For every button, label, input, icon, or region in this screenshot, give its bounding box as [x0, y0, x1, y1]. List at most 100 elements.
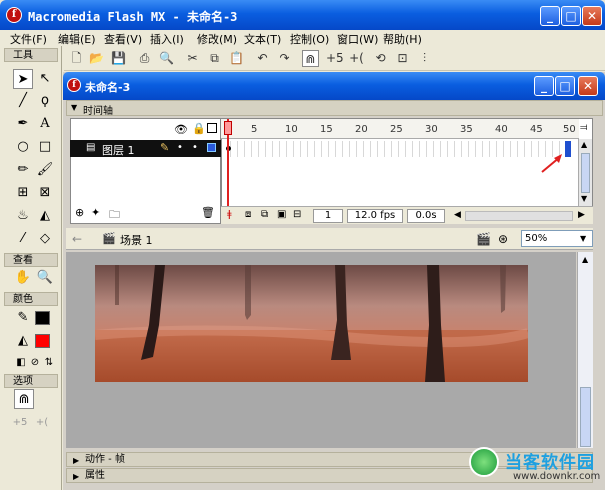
scroll-left-icon[interactable]: ◀ — [454, 210, 461, 220]
center-frame-icon[interactable]: ǂ — [227, 209, 232, 220]
scroll-thumb[interactable] — [581, 153, 590, 193]
snap-to-objects-icon[interactable]: ⋒ — [14, 389, 34, 409]
open-folder-icon[interactable]: 📂 — [88, 50, 105, 67]
onion-skin-icon[interactable]: ⧈ — [245, 209, 251, 220]
playhead-handle[interactable] — [224, 121, 232, 135]
close-button[interactable]: ✕ — [582, 6, 602, 26]
paste-icon[interactable]: 📋 — [228, 50, 245, 67]
undo-icon[interactable]: ↶ — [254, 50, 271, 67]
outline-icon[interactable] — [207, 123, 217, 133]
doc-minimize-button[interactable]: _ — [534, 76, 554, 96]
insert-folder-icon[interactable]: 🗀 — [109, 206, 120, 225]
lasso-tool-icon[interactable]: ϙ — [35, 91, 55, 111]
doc-maximize-button[interactable]: □ — [555, 76, 575, 96]
save-icon[interactable]: 💾 — [110, 50, 127, 67]
arrow-tool-icon[interactable]: ➤ — [13, 69, 33, 89]
rectangle-tool-icon[interactable]: □ — [35, 137, 55, 157]
oval-tool-icon[interactable]: ○ — [13, 137, 33, 157]
ink-bottle-tool-icon[interactable]: ♨ — [13, 206, 33, 226]
eye-icon[interactable]: 👁 — [174, 123, 188, 136]
new-file-icon[interactable]: 🗋 — [68, 50, 85, 67]
frame-row[interactable] — [224, 141, 571, 157]
lock-icon[interactable]: 🔒 — [192, 122, 206, 135]
outline-color-box[interactable] — [207, 143, 216, 152]
document-title-bar[interactable]: f 未命名-3 _ □ ✕ — [63, 72, 605, 100]
smooth-icon[interactable]: +5 — [326, 50, 344, 67]
straighten-option-icon[interactable]: +( — [32, 413, 52, 433]
maximize-button[interactable]: □ — [561, 6, 581, 26]
menu-modify[interactable]: 修改(M) — [197, 31, 237, 47]
doc-close-button[interactable]: ✕ — [578, 76, 598, 96]
print-preview-icon[interactable]: 🔍 — [158, 50, 175, 67]
delete-layer-icon[interactable]: 🗑 — [201, 206, 215, 219]
copy-icon[interactable]: ⧉ — [206, 50, 223, 67]
stroke-color-swatch[interactable] — [35, 311, 50, 325]
scene-icon: 🎬 — [102, 232, 116, 245]
redo-icon[interactable]: ↷ — [276, 50, 293, 67]
zoom-tool-icon[interactable]: 🔍 — [35, 268, 55, 288]
stage-image[interactable] — [95, 265, 528, 382]
text-tool-icon[interactable]: A — [35, 114, 55, 134]
fill-color-swatch[interactable] — [35, 334, 50, 348]
stage-scroll-thumb[interactable] — [580, 387, 591, 447]
zoom-select[interactable]: 50% ▼ — [521, 230, 593, 247]
straighten-icon[interactable]: +( — [348, 50, 365, 67]
eyedropper-tool-icon[interactable]: ⁄ — [13, 229, 33, 249]
app-title: Macromedia Flash MX - 未命名-3 — [28, 10, 238, 24]
timeline-vertical-scrollbar[interactable]: ▲ ▼ — [578, 139, 592, 206]
layer-row[interactable]: ▤ 图层 1 ✎ • • — [70, 140, 221, 157]
eraser-tool-icon[interactable]: ◇ — [35, 229, 55, 249]
print-icon[interactable]: ⎙ — [136, 50, 153, 67]
scroll-right-icon[interactable]: ▶ — [578, 210, 585, 220]
swap-colors-icon[interactable]: ⇅ — [39, 353, 59, 373]
frame-view-menu-icon[interactable]: ⫤ — [580, 122, 588, 133]
timeline-header[interactable]: ▼ 时间轴 — [66, 100, 603, 117]
align-icon[interactable]: ⫶ — [416, 50, 433, 67]
document-title: 未命名-3 — [85, 81, 131, 94]
menu-control[interactable]: 控制(O) — [290, 31, 329, 47]
view-header: 查看 — [4, 253, 58, 267]
edit-scene-icon[interactable]: 🎬 — [476, 232, 491, 246]
edit-multiple-frames-icon[interactable]: ▣ — [277, 209, 286, 220]
back-arrow-icon[interactable]: ← — [72, 232, 82, 246]
scale-icon[interactable]: ⊡ — [394, 50, 411, 67]
paint-bucket-tool-icon[interactable]: ◭ — [35, 206, 55, 226]
scroll-up-icon[interactable]: ▲ — [582, 255, 588, 264]
timeline-horizontal-scrollbar[interactable] — [465, 211, 573, 221]
add-guide-layer-icon[interactable]: ✦ — [91, 206, 100, 219]
menu-text[interactable]: 文本(T) — [244, 31, 281, 47]
pen-tool-icon[interactable]: ✒ — [13, 114, 33, 134]
menu-insert[interactable]: 插入(I) — [150, 31, 184, 47]
rotate-icon[interactable]: ⟲ — [372, 50, 389, 67]
menu-file[interactable]: 文件(F) — [10, 31, 47, 47]
modify-onion-markers-icon[interactable]: ⊟ — [293, 209, 301, 220]
stage-vertical-scrollbar[interactable]: ▲ — [577, 252, 593, 448]
hand-tool-icon[interactable]: ✋ — [13, 268, 33, 288]
visible-dot[interactable]: • — [177, 142, 183, 153]
scroll-up-icon[interactable]: ▲ — [581, 140, 587, 149]
lock-dot[interactable]: • — [192, 142, 198, 153]
menu-edit[interactable]: 编辑(E) — [58, 31, 96, 47]
menu-help[interactable]: 帮助(H) — [383, 31, 422, 47]
app-title-bar[interactable]: f Macromedia Flash MX - 未命名-3 _ □ ✕ — [0, 0, 605, 30]
actions-panel-title: 动作 - 帧 — [85, 454, 125, 465]
cut-icon[interactable]: ✂ — [184, 50, 201, 67]
fill-transform-tool-icon[interactable]: ⊠ — [35, 183, 55, 203]
current-frame: 1 — [313, 209, 343, 223]
scroll-down-icon[interactable]: ▼ — [581, 194, 587, 203]
minimize-button[interactable]: _ — [540, 6, 560, 26]
snap-magnet-icon[interactable]: ⋒ — [302, 50, 319, 67]
brush-tool-icon[interactable]: 🖌 — [35, 160, 55, 180]
insert-layer-icon[interactable]: ⊕ — [75, 206, 84, 219]
line-tool-icon[interactable]: ╱ — [13, 91, 33, 111]
frame-ruler[interactable]: 1 5 10 15 20 25 30 35 40 45 50 — [221, 119, 579, 139]
free-transform-tool-icon[interactable]: ⊞ — [13, 183, 33, 203]
pencil-tool-icon[interactable]: ✏ — [13, 160, 33, 180]
onion-outline-icon[interactable]: ⧉ — [261, 209, 268, 220]
edit-symbol-icon[interactable]: ⊛ — [498, 232, 508, 246]
chevron-down-icon[interactable]: ▼ — [580, 231, 586, 246]
menu-window[interactable]: 窗口(W) — [337, 31, 378, 47]
smooth-option-icon[interactable]: +5 — [10, 413, 30, 433]
subselect-tool-icon[interactable]: ↖ — [35, 69, 55, 89]
menu-view[interactable]: 查看(V) — [104, 31, 142, 47]
